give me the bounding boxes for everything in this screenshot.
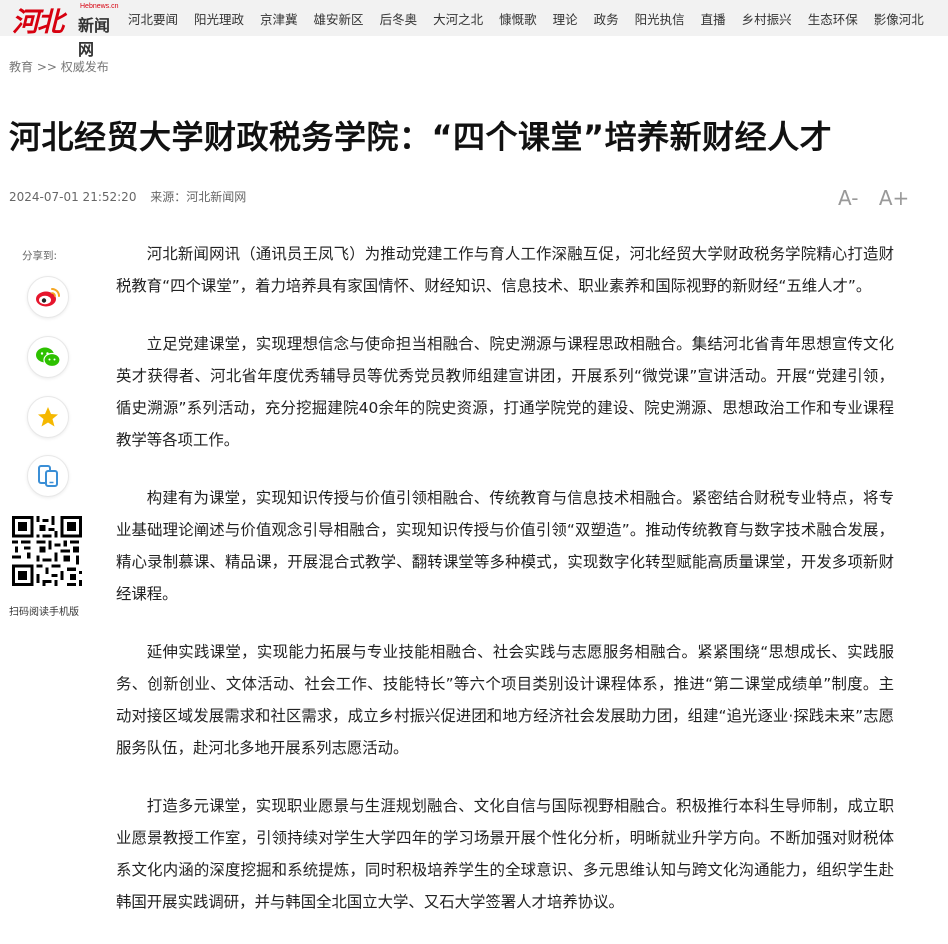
site-logo[interactable]: 河北 Hebnews.cn 新闻网	[12, 2, 120, 59]
nav-item[interactable]: 直播	[701, 9, 726, 28]
article-paragraph: 立足党建课堂，实现理想信念与使命担当相融合、院史溯源与课程思政相融合。集结河北省…	[116, 335, 894, 449]
channel-nav: 河北要闻 阳光理政 京津冀 雄安新区 后冬奥 大河之北 慷慨歌 理论 政务 阳光…	[128, 0, 940, 36]
font-larger-button[interactable]: A+	[879, 186, 909, 210]
nav-item[interactable]: 京津冀	[260, 9, 298, 28]
font-size-controls: A- A+	[838, 186, 923, 210]
nav-item[interactable]: 政务	[594, 9, 619, 28]
nav-item[interactable]: 河北要闻	[128, 9, 178, 28]
article-source: 来源：河北新闻网	[150, 190, 247, 204]
share-mobile-button[interactable]	[27, 455, 69, 497]
breadcrumb: 教育 >> 权威发布	[9, 58, 109, 75]
nav-item[interactable]: 慷慨歌	[499, 9, 537, 28]
nav-item[interactable]: 生态环保	[808, 9, 858, 28]
article-paragraph: 构建有为课堂，实现知识传授与价值引领相融合、传统教育与信息技术相融合。紧密结合财…	[116, 489, 894, 603]
nav-item[interactable]: 理论	[553, 9, 578, 28]
qr-label: 扫码阅读手机版	[9, 607, 79, 618]
breadcrumb-section[interactable]: 教育	[9, 60, 33, 74]
article-title: 河北经贸大学财政税务学院：“四个课堂”培养新财经人才	[9, 118, 833, 156]
weibo-icon	[36, 288, 60, 307]
logo-name: 新闻网	[78, 16, 111, 59]
share-favorite-button[interactable]	[27, 396, 69, 438]
nav-item[interactable]: 阳光执信	[635, 9, 685, 28]
nav-item[interactable]: 大河之北	[433, 9, 483, 28]
font-smaller-button[interactable]: A-	[838, 186, 858, 210]
article-meta: 2024-07-01 21:52:20 来源：河北新闻网	[9, 188, 246, 205]
nav-item[interactable]: 乡村振兴	[742, 9, 792, 28]
article-body: 河北新闻网讯（通讯员王凤飞）为推动党建工作与育人工作深融互促，河北经贸大学财政税…	[116, 238, 894, 944]
breadcrumb-sub[interactable]: 权威发布	[61, 60, 109, 74]
breadcrumb-separator: >>	[36, 60, 57, 74]
logo-mark: 河北	[12, 7, 64, 38]
star-icon	[38, 407, 58, 427]
article-paragraph: 河北新闻网讯（通讯员王凤飞）为推动党建工作与育人工作深融互促，河北经贸大学财政税…	[116, 245, 894, 295]
mobile-icon	[38, 465, 58, 487]
share-wechat-button[interactable]	[27, 336, 69, 378]
nav-item[interactable]: 后冬奥	[380, 9, 418, 28]
qr-code	[9, 513, 85, 589]
wechat-icon	[36, 347, 61, 368]
article-paragraph: 延伸实践课堂，实现能力拓展与专业技能相融合、社会实践与志愿服务相融合。紧紧围绕“…	[116, 643, 894, 757]
top-nav-bar: 河北 Hebnews.cn 新闻网 河北要闻 阳光理政 京津冀 雄安新区 后冬奥…	[0, 0, 948, 59]
publish-datetime: 2024-07-01 21:52:20	[9, 190, 137, 204]
logo-domain: Hebnews.cn	[80, 3, 119, 10]
article-paragraph: 打造多元课堂，实现职业愿景与生涯规划融合、文化自信与国际视野相融合。积极推行本科…	[116, 797, 894, 911]
nav-item[interactable]: 雄安新区	[314, 9, 364, 28]
share-label: 分享到:	[22, 250, 58, 262]
share-weibo-button[interactable]	[27, 276, 69, 318]
nav-item[interactable]: 影像河北	[874, 9, 924, 28]
nav-item[interactable]: 阳光理政	[194, 9, 244, 28]
